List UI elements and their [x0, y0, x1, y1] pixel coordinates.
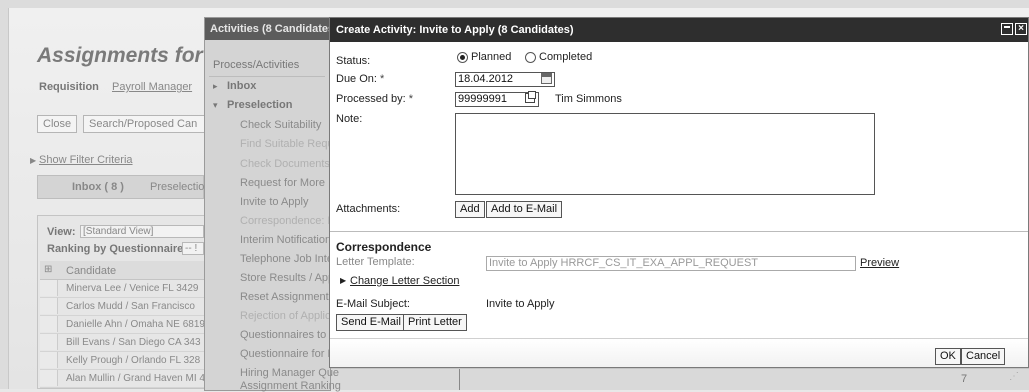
candidate-name: Kelly Prough / Orlando FL 328 — [66, 355, 201, 366]
row-selector[interactable] — [40, 352, 58, 368]
activity-item-invite-to-apply[interactable]: Invite to Apply — [240, 196, 309, 208]
candidate-name: Alan Mullin / Grand Haven MI 4 — [66, 373, 205, 384]
tab-inbox[interactable]: Inbox ( 8 ) — [72, 175, 124, 199]
requisition-link[interactable]: Payroll Manager — [112, 81, 192, 93]
processed-by-label: Processed by: * — [336, 93, 413, 105]
candidate-name: Bill Evans / San Diego CA 343 — [66, 337, 201, 348]
maximize-icon[interactable] — [1001, 23, 1013, 35]
due-on-text: Due On: — [336, 73, 377, 85]
expand-arrow-icon[interactable]: ▶ — [340, 276, 346, 285]
activity-item[interactable]: Reset Assignment — [240, 291, 329, 303]
letter-template-field: Invite to Apply HRRCF_CS_IT_EXA_APPL_REQ… — [486, 256, 856, 271]
background-table-strip: 7 ⋰ — [329, 368, 1029, 390]
calendar-icon[interactable] — [541, 73, 552, 84]
activity-item: Find Suitable Requi — [240, 138, 337, 150]
letter-template-label: Letter Template: — [336, 256, 415, 268]
due-on-label: Due On: * — [336, 73, 384, 85]
activity-item: Rejection of Applic — [240, 310, 331, 322]
divider — [459, 369, 460, 390]
status-label: Status: — [336, 55, 371, 67]
row-selector[interactable] — [40, 280, 58, 296]
requisition-label: Requisition — [39, 81, 99, 93]
search-proposed-candidates-button[interactable]: Search/Proposed Can — [83, 115, 215, 133]
correspondence-heading: Correspondence — [336, 240, 432, 254]
dialog-title: Create Activity: Invite to Apply (8 Cand… — [330, 18, 1028, 42]
section-inbox[interactable]: Inbox — [227, 80, 256, 92]
required-marker: * — [380, 73, 385, 85]
activities-panel: Activities (8 Candidates Process/Activit… — [204, 17, 341, 392]
activity-item[interactable]: Questionnaire for In — [240, 348, 337, 360]
tab-preselection[interactable]: Preselectio — [150, 175, 204, 199]
preview-link[interactable]: Preview — [860, 257, 899, 269]
table-row[interactable]: Minerva Lee / Venice FL 3429 — [40, 280, 210, 298]
add-attachment-button[interactable]: Add — [455, 201, 485, 218]
collapse-arrow-icon[interactable]: ▾ — [213, 100, 218, 111]
add-to-email-button[interactable]: Add to E-Mail — [486, 201, 563, 218]
table-row[interactable]: Danielle Ahn / Omaha NE 6819 — [40, 316, 210, 334]
candidate-column-header: Candidate — [66, 265, 117, 277]
note-textarea[interactable] — [455, 113, 875, 195]
activities-panel-title: Activities (8 Candidates — [205, 18, 330, 40]
activity-item[interactable]: Questionnaires to C — [240, 329, 337, 341]
status-planned-radio[interactable] — [457, 52, 468, 63]
change-letter-section-link[interactable]: Change Letter Section — [350, 275, 459, 287]
activity-item[interactable]: Check Suitability — [240, 119, 321, 131]
divider — [330, 231, 1028, 232]
dialog-footer — [330, 338, 1028, 367]
candidate-name: Minerva Lee / Venice FL 3429 — [66, 283, 199, 294]
page-title: Assignments for — [37, 44, 203, 67]
resize-grip-icon[interactable]: ⋰ — [1009, 371, 1019, 382]
activity-item: Correspondence: F — [240, 215, 335, 227]
email-subject-value: Invite to Apply — [486, 298, 555, 310]
close-icon[interactable]: × — [1015, 23, 1027, 35]
process-activities-label: Process/Activities — [213, 59, 300, 71]
table-row[interactable]: Kelly Prough / Orlando FL 328 — [40, 352, 210, 370]
table-cell-value: 7 — [961, 373, 968, 385]
activity-item[interactable]: Hiring Manager Que — [240, 367, 339, 379]
activity-item[interactable]: Store Results / App — [240, 272, 334, 284]
candidate-name: Carlos Mudd / San Francisco — [66, 301, 195, 312]
table-header — [40, 261, 204, 280]
candidate-name: Danielle Ahn / Omaha NE 6819 — [66, 319, 205, 330]
ranking-label: Ranking by Questionnaire: — [47, 243, 187, 255]
required-marker: * — [408, 93, 414, 105]
attachments-label: Attachments: — [336, 203, 401, 215]
show-filter-criteria-link[interactable]: Show Filter Criteria — [39, 154, 133, 166]
expand-arrow-icon[interactable]: ▸ — [213, 81, 218, 92]
activity-item[interactable]: Telephone Job Inter — [240, 253, 337, 265]
activity-item: Check Documents — [240, 158, 330, 170]
status-completed-label[interactable]: Completed — [539, 51, 592, 63]
section-preselection[interactable]: Preselection — [227, 99, 292, 111]
ranking-select[interactable]: -- ! — [182, 242, 204, 255]
table-row[interactable]: Bill Evans / San Diego CA 343 — [40, 334, 210, 352]
processed-by-text: Processed by: — [336, 93, 406, 105]
ok-button[interactable]: OK — [935, 348, 961, 365]
table-row[interactable]: Carlos Mudd / San Francisco — [40, 298, 210, 316]
activity-item[interactable]: Assignment Ranking — [240, 380, 341, 392]
close-button[interactable]: Close — [37, 115, 78, 133]
create-activity-dialog: Create Activity: Invite to Apply (8 Cand… — [329, 17, 1029, 368]
activity-item[interactable]: Request for More In — [240, 177, 337, 189]
column-settings-icon[interactable]: ⊞ — [44, 264, 52, 275]
view-select[interactable]: [Standard View] — [80, 225, 204, 238]
email-subject-label: E-Mail Subject: — [336, 298, 410, 310]
send-email-button[interactable]: Send E-Mail — [336, 314, 406, 331]
status-planned-label[interactable]: Planned — [471, 51, 511, 63]
cancel-button[interactable]: Cancel — [961, 348, 1006, 365]
value-help-icon[interactable] — [525, 91, 536, 103]
note-label: Note: — [336, 113, 363, 125]
print-letter-button[interactable]: Print Letter — [403, 314, 467, 331]
processed-by-name: Tim Simmons — [555, 93, 622, 105]
row-selector[interactable] — [40, 298, 58, 314]
row-selector[interactable] — [40, 334, 58, 350]
due-on-field[interactable]: 18.04.2012 — [455, 72, 555, 87]
row-selector[interactable] — [40, 316, 58, 332]
view-label: View: — [47, 226, 76, 238]
status-completed-radio[interactable] — [525, 52, 536, 63]
expand-arrow-icon: ▶ — [30, 156, 37, 165]
activity-item[interactable]: Interim Notification — [240, 234, 331, 246]
divider — [209, 76, 325, 77]
table-row[interactable]: Alan Mullin / Grand Haven MI 4 — [40, 370, 210, 388]
row-selector[interactable] — [40, 370, 58, 386]
